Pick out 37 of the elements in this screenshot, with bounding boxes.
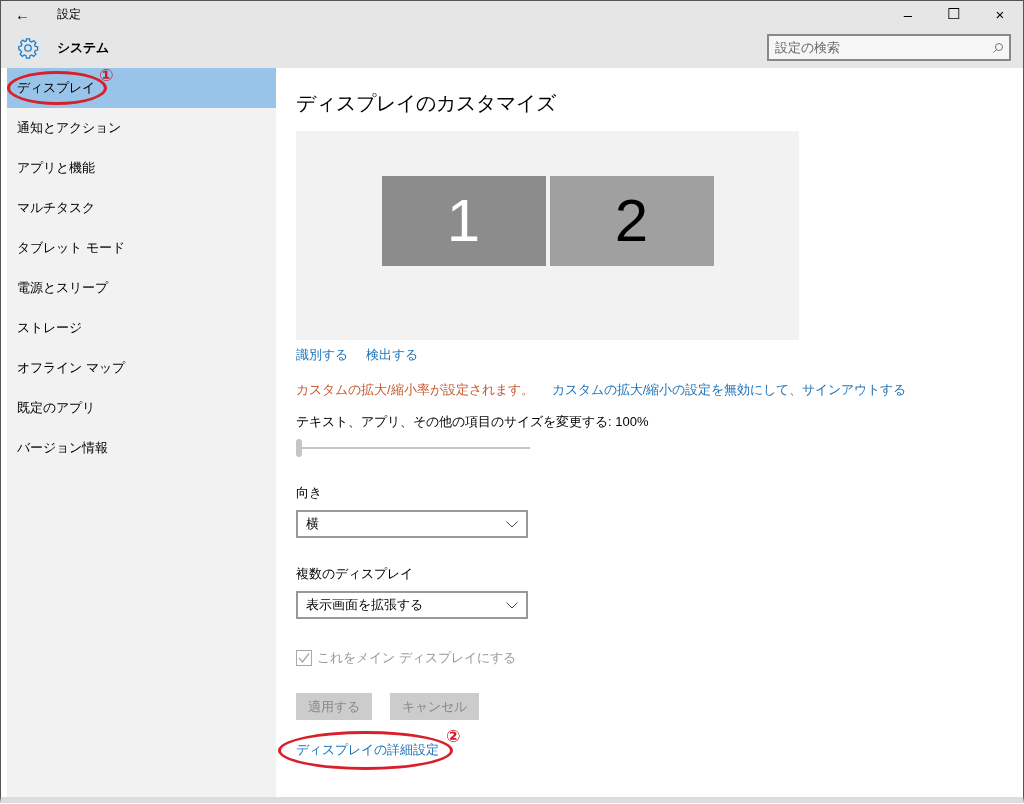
checkbox-label: これをメイン ディスプレイにする	[317, 649, 516, 667]
back-button[interactable]: ←	[15, 5, 39, 23]
window-control[interactable]: –	[885, 5, 931, 23]
sidebar-item[interactable]: バージョン情報	[7, 428, 276, 468]
annotation-number: ①	[99, 65, 114, 86]
annotation-number: ②	[446, 726, 461, 747]
page-title: ディスプレイのカスタマイズ	[296, 91, 557, 116]
scale-label: テキスト、アプリ、その他の項目のサイズを変更する: 100%	[296, 413, 650, 431]
sidebar-item[interactable]: ディスプレイ ①	[7, 68, 276, 108]
multiple-displays-label: 複数のディスプレイ	[296, 565, 414, 583]
chevron-icon	[506, 520, 518, 528]
sidebar-item[interactable]: 通知とアクション	[7, 108, 276, 148]
monitor-tile[interactable]: 2	[549, 175, 714, 266]
multiple-displays-dropdown[interactable]: 表示画面を拡張する	[296, 591, 528, 619]
search-icon	[992, 42, 1004, 54]
window-control[interactable]: ×	[977, 5, 1023, 23]
sidebar-item[interactable]: オフライン マップ	[7, 348, 276, 388]
sidebar-item[interactable]: ストレージ	[7, 308, 276, 348]
advanced-settings-link[interactable]: ディスプレイの詳細設定	[296, 742, 439, 757]
link[interactable]: 検出する	[366, 346, 418, 364]
link[interactable]: 識別する	[296, 346, 348, 364]
orientation-dropdown[interactable]: 横	[296, 510, 528, 538]
settings-icon	[17, 36, 39, 59]
slider-thumb[interactable]	[296, 439, 302, 457]
warning-text: カスタムの拡大/縮小率が設定されます。	[296, 381, 534, 399]
sidebar-item[interactable]: 電源とスリープ	[7, 268, 276, 308]
window-control[interactable]: ☐	[931, 5, 977, 23]
orientation-label: 向き	[296, 484, 323, 502]
chevron-icon	[506, 601, 518, 609]
signout-link[interactable]: カスタムの拡大/縮小の設定を無効にして、サインアウトする	[551, 381, 907, 399]
section-title: システム	[57, 38, 109, 57]
sidebar-item[interactable]: アプリと機能	[7, 148, 276, 188]
sidebar-item[interactable]: マルチタスク	[7, 188, 276, 228]
sidebar-item[interactable]: 既定のアプリ	[7, 388, 276, 428]
search-field[interactable]: 設定の検索	[767, 34, 1011, 61]
window-title: 設定	[57, 5, 81, 23]
sidebar-item[interactable]: タブレット モード	[7, 228, 276, 268]
